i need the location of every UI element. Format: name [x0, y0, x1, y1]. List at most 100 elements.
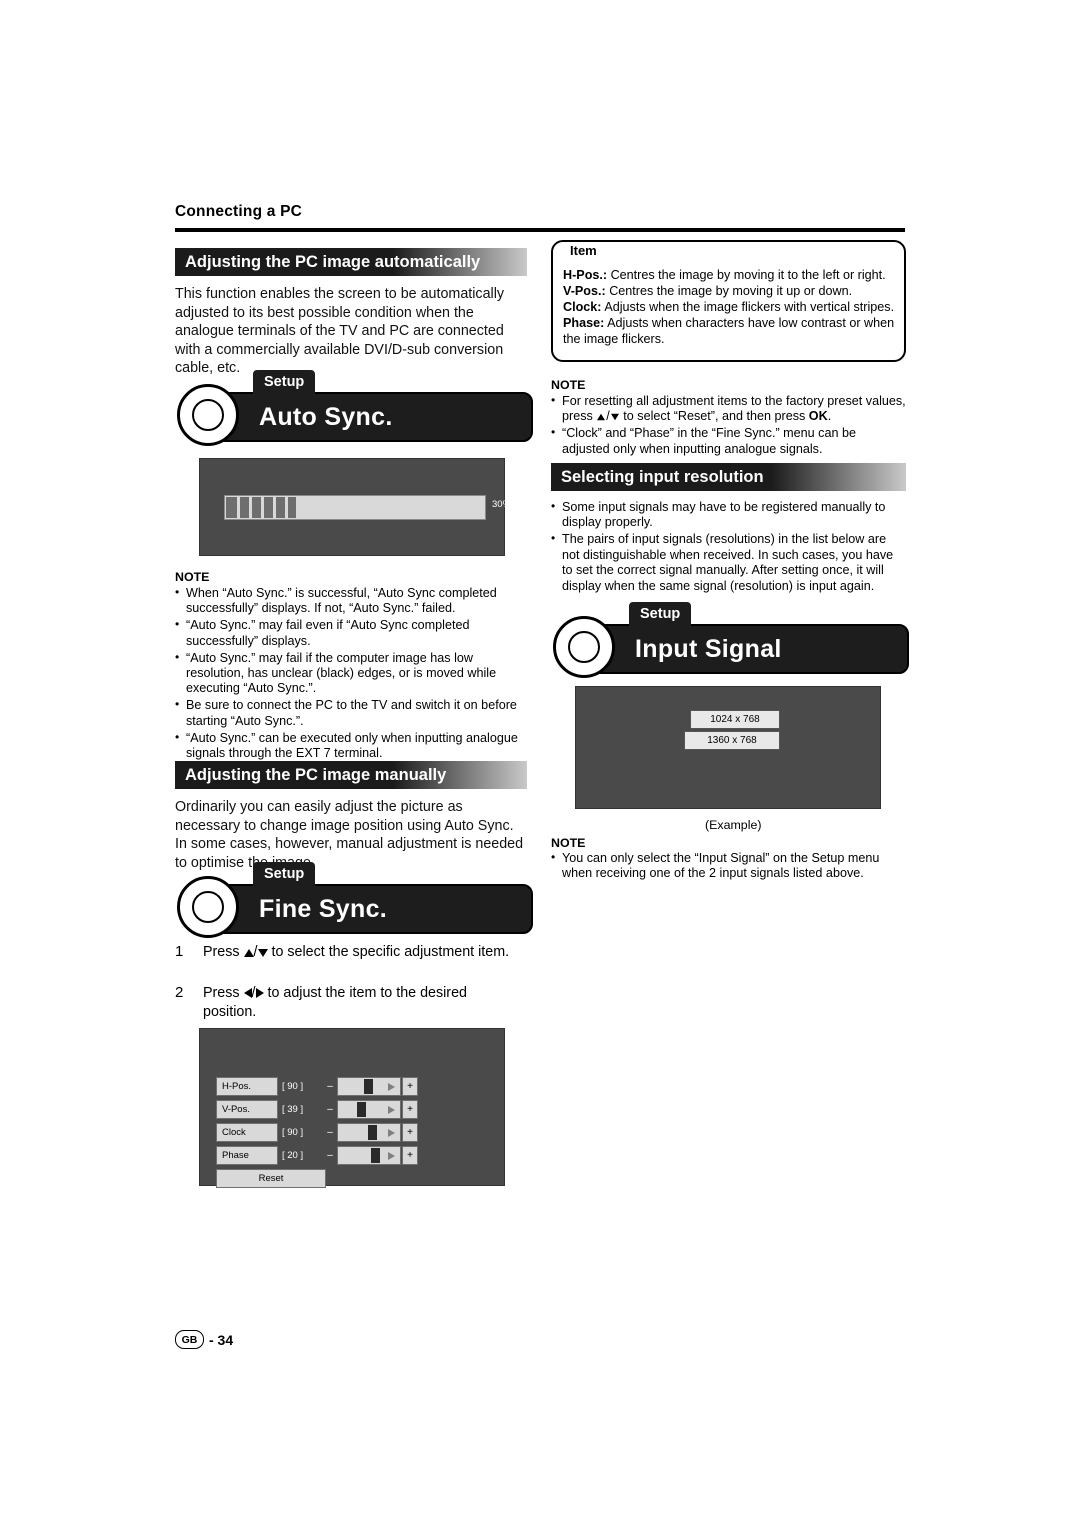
fine-sync-value: [ 90 ] [282, 1127, 304, 1138]
fine-sync-label: Phase [216, 1146, 278, 1165]
auto-sync-screen: 30% [199, 458, 511, 556]
osd-auto-sync-title: Auto Sync. [259, 402, 393, 431]
header-divider [175, 228, 905, 232]
osd-setup-chip-manual: Setup [253, 862, 316, 886]
fine-sync-value: [ 90 ] [282, 1081, 304, 1092]
decrease-icon[interactable]: – [323, 1100, 337, 1119]
list-item: “Auto Sync.” may fail if the computer im… [175, 650, 525, 697]
slider-arrow-icon [388, 1106, 395, 1114]
section-title-manual: Adjusting the PC image manually [175, 761, 527, 789]
item-desc: Centres the image by moving it up or dow… [609, 284, 853, 299]
increase-button[interactable]: + [402, 1100, 418, 1119]
osd-dial-icon [177, 384, 239, 446]
step-2-text: Press / to adjust the item to the desire… [203, 985, 467, 1020]
up-arrow-icon [243, 949, 254, 957]
table-row: Phase: Adjusts when characters have low … [563, 316, 899, 347]
step-1-text: Press / to select the specific adjustmen… [203, 944, 510, 960]
input-signal-screen: 1024 x 768 1360 x 768 [575, 686, 881, 809]
breadcrumb: Connecting a PC [175, 203, 303, 220]
item-table-header: Item [563, 243, 604, 258]
fine-sync-slider[interactable] [337, 1100, 401, 1119]
osd-fine-sync: Fine Sync. Setup [177, 862, 533, 944]
fine-sync-label: H-Pos. [216, 1077, 278, 1096]
list-item: “Auto Sync.” may fail even if “Auto Sync… [175, 617, 525, 649]
resolution-note-list-2: You can only select the “Input Signal” o… [551, 850, 906, 883]
item-table-rows: H-Pos.: Centres the image by moving it t… [563, 268, 899, 348]
slider-arrow-icon [388, 1152, 395, 1160]
item-desc: Adjusts when characters have low contras… [563, 316, 895, 346]
increase-button[interactable]: + [402, 1146, 418, 1165]
osd-auto-sync-bar: Auto Sync. [213, 392, 533, 442]
region-badge: GB [175, 1330, 204, 1349]
list-item: “Auto Sync.” can be executed only when i… [175, 730, 525, 762]
item-name: Clock: [563, 300, 602, 315]
right-arrow-icon [255, 988, 264, 998]
resolution-option-1024[interactable]: 1024 x 768 [690, 710, 780, 729]
list-item: Be sure to connect the PC to the TV and … [175, 697, 525, 729]
list-item: The pairs of input signals (resolutions)… [551, 531, 906, 594]
section-title-auto: Adjusting the PC image automatically [175, 248, 527, 276]
down-arrow-icon [257, 949, 268, 957]
item-name: H-Pos.: [563, 268, 608, 282]
resolution-note-label: NOTE [551, 836, 586, 850]
page-number: - 34 [209, 1331, 234, 1348]
item-desc: Adjusts when the image flickers with ver… [604, 300, 895, 315]
slider-knob[interactable] [364, 1079, 373, 1094]
fine-sync-row-clock[interactable]: Clock [ 90 ] – + [216, 1123, 418, 1142]
fine-sync-screen: H-Pos. [ 90 ] – + V-Pos. [ 39 ] – + Cloc… [199, 1028, 505, 1188]
page-footer: GB - 34 [175, 1330, 233, 1349]
list-item: When “Auto Sync.” is successful, “Auto S… [175, 585, 525, 617]
progress-bar-track [224, 495, 486, 520]
decrease-icon[interactable]: – [323, 1146, 337, 1165]
table-row: V-Pos.: Centres the image by moving it u… [563, 284, 899, 300]
increase-button[interactable]: + [402, 1077, 418, 1096]
auto-intro-text: This function enables the screen to be a… [175, 286, 505, 377]
step-2-number: 2 [175, 984, 184, 1001]
fine-sync-label: Clock [216, 1123, 278, 1142]
left-arrow-icon [243, 988, 252, 998]
osd-dial-icon [177, 876, 239, 938]
fine-sync-row-vpos[interactable]: V-Pos. [ 39 ] – + [216, 1100, 418, 1119]
down-arrow-icon [610, 414, 619, 421]
osd-setup-chip-auto: Setup [253, 370, 316, 394]
list-item: “Clock” and “Phase” in the “Fine Sync.” … [551, 425, 906, 457]
table-row: Clock: Adjusts when the image flickers w… [563, 300, 899, 316]
fine-sync-slider[interactable] [337, 1146, 401, 1165]
example-caption: (Example) [705, 818, 762, 832]
fine-sync-row-phase[interactable]: Phase [ 20 ] – + [216, 1146, 418, 1165]
auto-note-label: NOTE [175, 570, 210, 584]
osd-auto-sync: Auto Sync. Setup [177, 370, 533, 452]
list-item: You can only select the “Input Signal” o… [551, 850, 906, 882]
reset-button[interactable]: Reset [216, 1169, 326, 1188]
item-desc: Centres the image by moving it to the le… [610, 268, 886, 282]
fine-sync-value: [ 20 ] [282, 1150, 304, 1161]
increase-button[interactable]: + [402, 1123, 418, 1142]
fine-sync-slider[interactable] [337, 1123, 401, 1142]
slider-arrow-icon [388, 1129, 395, 1137]
osd-fine-sync-bar: Fine Sync. [213, 884, 533, 934]
resolution-option-1360[interactable]: 1360 x 768 [684, 731, 780, 750]
osd-setup-chip-resolution: Setup [629, 602, 692, 626]
fine-sync-label: V-Pos. [216, 1100, 278, 1119]
osd-input-signal-bar: Input Signal [589, 624, 909, 674]
list-item: Some input signals may have to be regist… [551, 499, 906, 531]
slider-knob[interactable] [371, 1148, 380, 1163]
section-title-resolution: Selecting input resolution [551, 463, 906, 491]
osd-dial-icon [553, 616, 615, 678]
osd-fine-sync-title: Fine Sync. [259, 894, 388, 923]
decrease-icon[interactable]: – [323, 1123, 337, 1142]
resolution-note-list: Some input signals may have to be regist… [551, 499, 906, 595]
slider-knob[interactable] [357, 1102, 366, 1117]
step-1-number: 1 [175, 943, 184, 960]
fine-sync-slider[interactable] [337, 1077, 401, 1096]
slider-knob[interactable] [368, 1125, 377, 1140]
fine-sync-row-hpos[interactable]: H-Pos. [ 90 ] – + [216, 1077, 418, 1096]
item-name: V-Pos.: [563, 284, 606, 299]
manual-page: Connecting a PC Adjusting the PC image a… [0, 0, 1080, 1528]
up-arrow-icon [597, 414, 606, 421]
decrease-icon[interactable]: – [323, 1077, 337, 1096]
item-note-label: NOTE [551, 378, 586, 392]
progress-percent-label: 30% [492, 499, 512, 510]
list-item: For resetting all adjustment items to th… [551, 393, 906, 425]
slider-arrow-icon [388, 1083, 395, 1091]
